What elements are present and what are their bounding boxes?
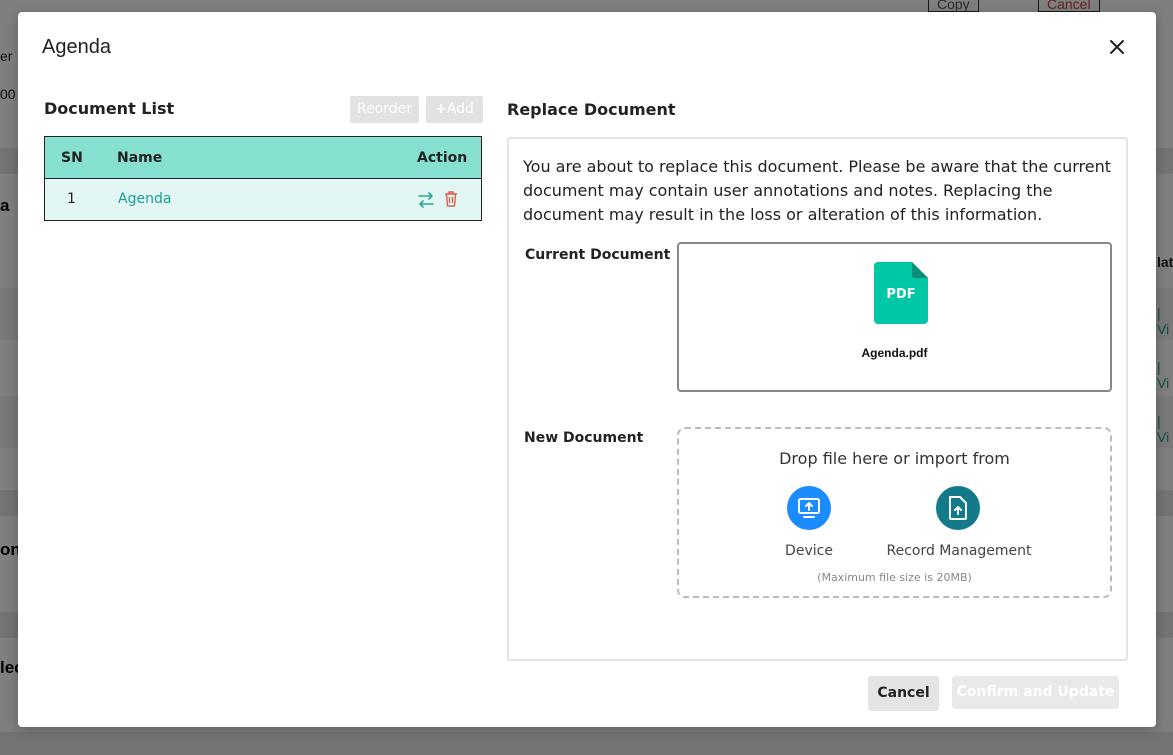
add-button-label: Add — [446, 101, 474, 117]
close-icon[interactable] — [1108, 38, 1126, 56]
document-name-link[interactable]: Agenda — [118, 179, 171, 220]
record-management-import-button[interactable] — [936, 486, 980, 530]
modal-title: Agenda — [42, 36, 111, 58]
confirm-update-button[interactable]: Confirm and Update — [952, 676, 1119, 709]
replace-document-title: Replace Document — [507, 100, 676, 119]
cancel-button[interactable]: Cancel — [868, 676, 939, 711]
pdf-badge: PDF — [886, 287, 916, 302]
column-header-action: Action — [417, 150, 468, 166]
record-management-label: Record Management — [886, 543, 1032, 559]
replace-icon[interactable] — [416, 191, 436, 209]
current-document-preview[interactable]: PDF Agenda.pdf — [677, 242, 1112, 392]
trash-icon[interactable] — [443, 190, 459, 208]
add-button[interactable]: +Add — [426, 96, 483, 123]
file-upload-icon — [949, 496, 967, 520]
reorder-button[interactable]: Reorder — [350, 96, 419, 123]
table-row: 1 Agenda — [45, 179, 481, 220]
current-document-label: Current Document — [525, 247, 671, 263]
agenda-modal: Agenda Document List Reorder +Add SN Nam… — [18, 12, 1156, 727]
monitor-upload-icon — [798, 498, 820, 518]
document-table: SN Name Action 1 Agenda — [44, 136, 482, 221]
replace-panel: You are about to replace this document. … — [507, 137, 1128, 661]
document-list-title: Document List — [44, 99, 175, 118]
plus-icon: + — [435, 101, 447, 117]
max-file-size-note: (Maximum file size is 20MB) — [817, 571, 972, 584]
new-document-label: New Document — [524, 430, 644, 446]
table-header: SN Name Action — [45, 137, 481, 179]
device-import-button[interactable] — [787, 486, 831, 530]
column-header-name: Name — [117, 150, 163, 166]
row-sn: 1 — [67, 191, 76, 207]
current-file-name: Agenda.pdf — [861, 346, 928, 360]
drop-instructions: Drop file here or import from — [779, 449, 1010, 468]
column-header-sn: SN — [61, 150, 83, 166]
device-label: Device — [785, 543, 833, 559]
replace-warning: You are about to replace this document. … — [523, 157, 1111, 224]
file-drop-zone[interactable]: Drop file here or import from Device Rec… — [677, 427, 1112, 598]
